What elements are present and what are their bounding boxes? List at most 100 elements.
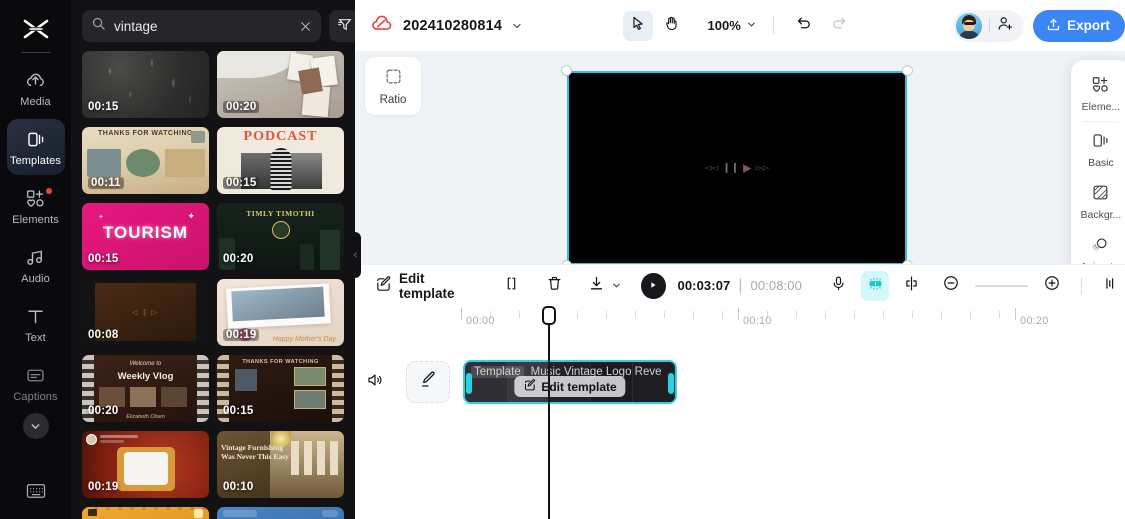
crop-button[interactable] — [498, 271, 526, 301]
redo-button[interactable] — [824, 11, 854, 41]
template-duration: 00:15 — [88, 253, 119, 265]
clip-trim-handle-right[interactable] — [668, 373, 674, 394]
sidebar-item-captions[interactable]: Captions — [7, 355, 65, 411]
search-input[interactable] — [114, 18, 291, 34]
export-button[interactable]: Export — [1033, 9, 1125, 42]
template-card[interactable]: Vintage Furnishing Was Never This Easy 0… — [217, 431, 344, 498]
animation-icon — [1091, 235, 1110, 257]
sidebar-item-label: Captions — [13, 391, 58, 403]
sidebar-item-audio[interactable]: Audio — [7, 237, 65, 293]
sidebar-item-templates[interactable]: Templates — [6, 119, 65, 175]
keyboard-shortcuts-icon[interactable] — [25, 482, 47, 505]
split-clip-icon — [903, 275, 920, 297]
template-card[interactable]: 00:15 — [82, 51, 209, 118]
split-button[interactable] — [897, 271, 925, 301]
template-card[interactable]: ◁ ⫿ ▷ 00:08 — [82, 279, 209, 346]
sidebar-item-media[interactable]: Media — [7, 60, 65, 116]
auto-edit-icon — [866, 274, 885, 298]
play-button[interactable] — [641, 272, 666, 299]
resize-handle-top-right[interactable] — [902, 65, 913, 76]
current-time: 00:03:07 — [677, 278, 731, 293]
template-card[interactable]: TIMLY TIMOTHI 00:20 — [217, 203, 344, 270]
template-card[interactable]: 00:19 — [82, 431, 209, 498]
template-card[interactable]: PODCAST 00:15 — [217, 127, 344, 194]
search-row — [71, 0, 361, 51]
more-options-button[interactable] — [1097, 271, 1125, 301]
chevron-down-icon — [746, 18, 757, 33]
template-card[interactable]: 00:20 — [217, 51, 344, 118]
chevron-down-icon[interactable] — [611, 280, 622, 291]
speaker-icon[interactable] — [366, 371, 384, 394]
search-box[interactable] — [82, 10, 321, 42]
cloud-upload-icon — [25, 68, 46, 92]
hand-tool-button[interactable] — [657, 11, 687, 41]
template-card[interactable]: TOURISM ✦ ✦ 00:15 — [82, 203, 209, 270]
chevron-down-icon[interactable] — [511, 20, 523, 32]
delete-button[interactable] — [540, 271, 568, 301]
sidebar-item-elements[interactable]: Elements — [7, 178, 65, 234]
sidebar-item-text[interactable]: Text — [7, 296, 65, 352]
zoom-in-button[interactable] — [1038, 271, 1066, 301]
ratio-button[interactable]: Ratio — [365, 57, 421, 115]
ruler-label: 00:20 — [1020, 315, 1049, 327]
edit-template-label: Edit template — [399, 270, 455, 301]
template-card[interactable]: Happy Mother's Day 00:19 — [217, 279, 344, 346]
properties-item-elements[interactable]: Eleme... — [1071, 68, 1125, 120]
properties-item-animation[interactable]: Animat... — [1071, 228, 1125, 264]
capcut-logo-icon[interactable] — [16, 14, 56, 44]
resize-handle-bottom-left[interactable] — [561, 260, 572, 264]
add-person-icon[interactable] — [997, 15, 1014, 37]
video-canvas-wrapper: ◅◅ ❙❙ ▶ ▻▻ — [561, 65, 913, 264]
auto-edit-button[interactable] — [861, 270, 890, 301]
playhead-knob[interactable] — [542, 306, 556, 325]
properties-item-label: Eleme... — [1081, 101, 1121, 113]
template-duration: 00:20 — [223, 101, 260, 113]
clip-trim-handle-left[interactable] — [466, 373, 472, 394]
close-icon[interactable] — [299, 20, 312, 33]
next-icon[interactable]: ▻▻ — [756, 163, 770, 174]
avatar[interactable] — [956, 12, 983, 39]
project-name[interactable]: 202410280814 — [403, 18, 502, 34]
voiceover-button[interactable] — [825, 271, 853, 301]
properties-item-background[interactable]: Backgr... — [1071, 176, 1125, 228]
resize-handle-top-left[interactable] — [561, 65, 572, 76]
timeline[interactable]: 00:00 00:10 00:20 Template Music Vintage… — [355, 306, 1125, 519]
template-card[interactable]: THANKS FOR WATCHING 00:11 — [82, 127, 209, 194]
video-player-controls[interactable]: ◅◅ ❙❙ ▶ ▻▻ — [705, 162, 770, 175]
capcut-cloud-icon[interactable] — [369, 13, 394, 39]
template-card[interactable]: THANKS FOR WATCHING 00:15 — [217, 355, 344, 422]
timeline-ruler[interactable]: 00:00 00:10 00:20 — [355, 306, 1125, 329]
resize-handle-bottom-right[interactable] — [902, 260, 913, 264]
template-card[interactable] — [82, 507, 209, 519]
download-button[interactable] — [582, 271, 610, 301]
timeline-clip[interactable]: Template Music Vintage Logo Reve Edit te… — [463, 360, 677, 404]
template-card[interactable] — [217, 507, 344, 519]
zoom-level-control[interactable]: 100% — [708, 18, 757, 33]
playhead[interactable] — [542, 306, 556, 519]
templates-panel: 00:15 00:20 THANKS FOR WATCHING — [71, 0, 361, 519]
template-card[interactable]: Welcome to Weekly Vlog Elizabeth Olsen 0… — [82, 355, 209, 422]
undo-button[interactable] — [790, 11, 820, 41]
properties-item-label: Backgr... — [1080, 209, 1122, 221]
edit-pencil-icon — [419, 370, 437, 394]
captions-icon — [25, 363, 46, 387]
more-icon — [1102, 275, 1119, 297]
template-duration: 00:11 — [88, 177, 124, 189]
edit-template-button[interactable]: Edit template — [369, 271, 483, 301]
expand-sidebar-button[interactable] — [22, 413, 49, 439]
prev-icon[interactable]: ◅◅ — [705, 163, 719, 174]
basic-icon — [1091, 131, 1110, 153]
template-duration: 00:20 — [223, 253, 254, 265]
template-track-button[interactable] — [406, 361, 450, 403]
pause-icon[interactable]: ❙❙ — [722, 163, 739, 174]
zoom-out-button[interactable] — [937, 271, 965, 301]
video-canvas[interactable]: ◅◅ ❙❙ ▶ ▻▻ — [567, 71, 907, 264]
clip-edit-template-button[interactable]: Edit template — [514, 376, 626, 397]
time-separator: | — [738, 276, 743, 294]
zoom-slider[interactable] — [975, 284, 1028, 287]
panel-resize-grip[interactable] — [349, 232, 361, 278]
properties-item-basic[interactable]: Basic — [1071, 124, 1125, 176]
play-icon[interactable]: ▶ — [743, 162, 751, 175]
select-tool-button[interactable] — [622, 10, 653, 41]
clip-edit-label: Edit template — [541, 379, 617, 394]
